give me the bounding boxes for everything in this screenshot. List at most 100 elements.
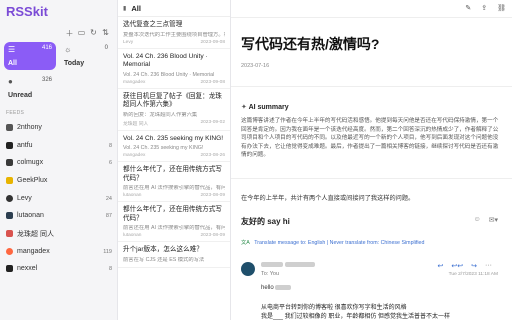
feed-name: Levy bbox=[17, 195, 32, 202]
feed-icon bbox=[6, 230, 13, 237]
list-item[interactable]: Vol. 24 Ch. 236 Blood Unity · Memorial V… bbox=[118, 49, 230, 89]
app-window: RSSkit ＋ ▭ ↻ ⇅ ☰ 416 All ☼ 0 Today ● 326… bbox=[0, 0, 512, 320]
article-title: 获往目机巨复了帖子《回复：龙珠超同人作第六集》 bbox=[123, 92, 222, 109]
feed-icon bbox=[6, 177, 13, 184]
feed-item[interactable]: 龙珠超 同人 bbox=[4, 227, 114, 240]
mail-icon[interactable]: ✉▾ bbox=[489, 216, 498, 224]
emoji-icon[interactable]: ☺ bbox=[473, 216, 480, 224]
article-source: Levy bbox=[123, 39, 134, 45]
sidebar: RSSkit ＋ ▭ ↻ ⇅ ☰ 416 All ☼ 0 Today ● 326… bbox=[0, 0, 118, 320]
article-title: Vol. 24 Ch. 236 Blood Unity · Memorial bbox=[123, 52, 208, 69]
translate-bar: 文A Translate message to: English | Never… bbox=[241, 240, 425, 246]
card-all[interactable]: ☰ 416 All bbox=[4, 42, 56, 70]
inbox-icon: ☰ bbox=[8, 45, 16, 54]
folder-icon[interactable]: ▭ bbox=[77, 28, 86, 39]
article-intro: 在今年的上半年，共计有两个人直接或间接问了我这样的问题。 bbox=[241, 195, 415, 202]
sidebar-toolbar: ＋ ▭ ↻ ⇅ bbox=[65, 28, 110, 39]
list-item[interactable]: 选代复查之三点管理 复盘本次迭代的工作主要围绕项目管理方。将稀缺注重于Tick … bbox=[118, 17, 230, 49]
mail-sender bbox=[261, 262, 315, 268]
feed-name: antfu bbox=[17, 142, 33, 149]
feed-icon bbox=[6, 212, 13, 219]
reply-icon[interactable]: ↩ bbox=[438, 262, 444, 270]
feed-name: 龙珠超 同人 bbox=[17, 230, 54, 238]
list-item[interactable]: 获往目机巨复了帖子《回复：龙珠超同人作第六集》 新的回复：龙珠超同人作第六集 龙… bbox=[118, 89, 230, 131]
forward-icon[interactable]: ↪ bbox=[471, 262, 477, 270]
feed-icon bbox=[6, 159, 13, 166]
feed-item[interactable]: GeekPlux bbox=[4, 174, 114, 187]
feed-item[interactable]: nexxel 8 bbox=[4, 262, 114, 275]
feed-item[interactable]: colmugx 6 bbox=[4, 156, 114, 169]
mail-toolbar: ☺ ✉▾ bbox=[473, 216, 498, 224]
list-header: ▮ All bbox=[118, 0, 230, 17]
feed-count: 119 bbox=[103, 248, 112, 255]
divider bbox=[231, 178, 512, 179]
feed-name: 2nthony bbox=[17, 124, 42, 131]
sun-icon: ☼ bbox=[64, 45, 72, 54]
card-today[interactable]: ☼ 0 Today bbox=[60, 42, 112, 70]
article-title: 都什么年代了，还在用传统方式写代码？ bbox=[123, 206, 222, 222]
mail-greeting: hello bbox=[261, 285, 292, 291]
feed-item[interactable]: mangadex 119 bbox=[4, 245, 114, 258]
ai-summary-text: 这篇博客讲述了作者在今年上半年的写代码活和感悟。他提到每天问他是否还在写代码保持… bbox=[241, 118, 499, 158]
feed-item[interactable]: 2nthony bbox=[4, 121, 114, 134]
mail-subject: 友好的 say hi bbox=[241, 217, 290, 226]
redacted-name bbox=[275, 285, 292, 290]
list-item[interactable]: 升个jar版本，怎么这么难？ 前言在写 CJS 还是 ES 模式的写法 bbox=[118, 242, 230, 268]
reply-all-icon[interactable]: ↩↩ bbox=[451, 262, 463, 270]
article-heading: 写代码还有热/激情吗? bbox=[241, 36, 380, 52]
feed-item[interactable]: Levy 24 bbox=[4, 192, 114, 205]
add-icon[interactable]: ＋ bbox=[65, 28, 74, 39]
sparkle-icon: ✦ bbox=[241, 104, 249, 111]
share-icon[interactable]: ⇪ bbox=[481, 4, 487, 12]
tag-icon[interactable]: ✎ bbox=[465, 4, 471, 12]
article-snippet: Vol. 24 Ch. 236 Blood Unity · Memorial bbox=[123, 71, 215, 78]
divider bbox=[231, 17, 512, 18]
feed-name: GeekPlux bbox=[17, 177, 48, 184]
article-snippet: 前言还在用 AI 法作搜索引擎的替代品，有问题不问 AI，没问题就是答用搜索引擎 bbox=[123, 185, 225, 191]
article-source: 龙珠超 同人 bbox=[123, 121, 149, 127]
article-title: 都什么年代了，还在用传统方式写代码？ bbox=[123, 166, 222, 182]
link-icon[interactable]: ⛓ bbox=[497, 4, 506, 12]
feed-count: 8 bbox=[108, 142, 112, 149]
sync-icon[interactable]: ⇅ bbox=[101, 28, 110, 39]
list-item[interactable]: 都什么年代了，还在用传统方式写代码？ 前言还在用 AI 法作搜索引擎的替代品，有… bbox=[118, 202, 230, 242]
redacted-name bbox=[261, 262, 283, 267]
feed-icon bbox=[6, 248, 13, 255]
article-date: 2023-08-09 bbox=[200, 233, 225, 238]
never-translate-link[interactable]: Never translate from: Chinese Simplified bbox=[330, 240, 425, 246]
article-list: ▮ All 选代复查之三点管理 复盘本次迭代的工作主要围绕项目管理方。将稀缺注重… bbox=[118, 0, 231, 320]
article-source: mangadex bbox=[123, 153, 146, 158]
article-date: 2023-09-08 bbox=[200, 39, 225, 45]
ai-summary-heading: ✦ AI summary bbox=[241, 104, 289, 111]
feed-item[interactable]: lutaonan 87 bbox=[4, 209, 114, 222]
translate-icon: 文A bbox=[241, 240, 250, 246]
article-source: lutaonan bbox=[123, 233, 142, 238]
card-label: Unread bbox=[8, 92, 33, 99]
card-unread[interactable]: ● 326 Unread bbox=[4, 74, 56, 102]
feed-name: mangadex bbox=[17, 248, 50, 255]
more-icon[interactable]: ··· bbox=[485, 262, 492, 270]
feed-icon bbox=[6, 142, 13, 149]
list-title: All bbox=[131, 3, 141, 13]
article-date: 2023-09-08 bbox=[200, 79, 225, 85]
article-date: 2023-09-02 bbox=[200, 119, 225, 125]
mail-body-line: 我是___ 我们过较相像的 职业，年龄都相仿 但感觉我生活普普不太一样 bbox=[261, 314, 451, 320]
list-item[interactable]: 都什么年代了，还在用传统方式写代码？ 前言还在用 AI 法作搜索引擎的替代品，有… bbox=[118, 162, 230, 202]
list-item[interactable]: Vol. 24 Ch. 235 seeking my KING! Vol. 24… bbox=[118, 131, 230, 162]
card-count: 416 bbox=[41, 45, 52, 51]
refresh-icon[interactable]: ↻ bbox=[89, 28, 98, 39]
article-snippet: 前言还在用 AI 法作搜索引擎的替代品，有问题不问 AI，没问题就是答用搜索引擎 bbox=[123, 225, 225, 231]
article-title: 选代复查之三点管理 bbox=[123, 21, 183, 28]
feed-icon bbox=[6, 265, 13, 272]
collapse-icon[interactable]: ▮ bbox=[123, 5, 126, 12]
mail-actions: ↩ ↩↩ ↪ ··· bbox=[438, 262, 492, 270]
card-count: 326 bbox=[41, 77, 52, 83]
feed-count: 87 bbox=[105, 212, 112, 219]
article-date: 2023-08-09 bbox=[200, 193, 225, 198]
article-source: lutaonan bbox=[123, 193, 142, 198]
feed-name: nexxel bbox=[17, 265, 38, 272]
feed-count: 24 bbox=[105, 195, 112, 202]
feed-item[interactable]: antfu 8 bbox=[4, 139, 114, 152]
translate-link[interactable]: Translate message to: English bbox=[254, 240, 325, 246]
article-date: 2023-08-26 bbox=[200, 153, 225, 158]
